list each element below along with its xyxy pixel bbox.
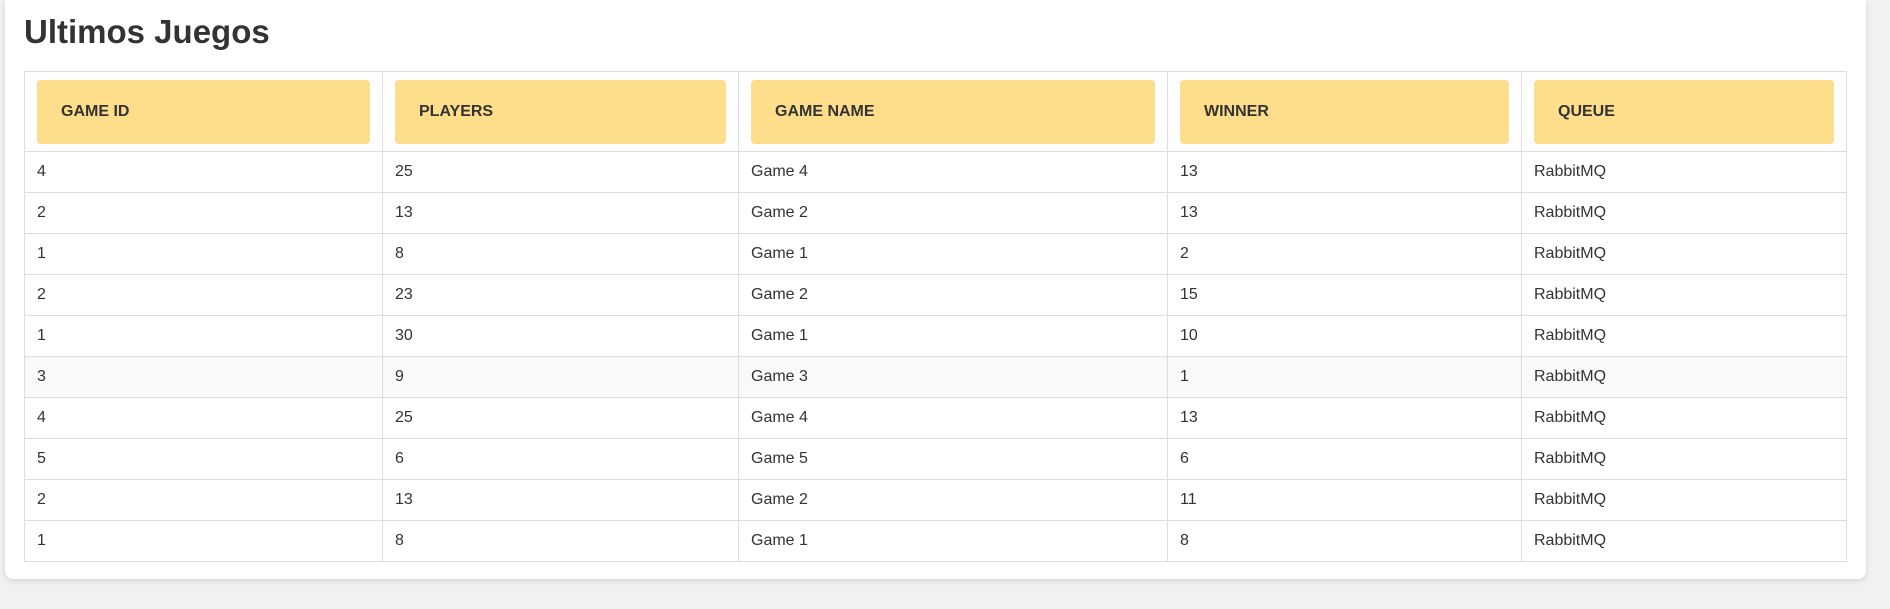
cell-winner: 2 xyxy=(1167,233,1522,275)
table-row-hovered: 3 9 Game 3 1 RabbitMQ xyxy=(24,356,1847,398)
cell-players: 6 xyxy=(382,438,739,480)
cell-queue: RabbitMQ xyxy=(1521,520,1847,562)
cell-winner: 8 xyxy=(1167,520,1522,562)
cell-game-id: 1 xyxy=(24,520,383,562)
column-header-winner[interactable]: WINNER xyxy=(1167,71,1522,152)
cell-game-id: 4 xyxy=(24,151,383,193)
cell-game-id: 2 xyxy=(24,479,383,521)
games-card: Ultimos Juegos GAME ID PLAYERS GAME NAME… xyxy=(5,0,1866,579)
cell-game-name: Game 2 xyxy=(738,479,1168,521)
cell-game-id: 1 xyxy=(24,315,383,357)
cell-queue: RabbitMQ xyxy=(1521,438,1847,480)
cell-players: 8 xyxy=(382,233,739,275)
table-row: 4 25 Game 4 13 RabbitMQ xyxy=(24,151,1847,193)
column-header-players[interactable]: PLAYERS xyxy=(382,71,739,152)
cell-players: 13 xyxy=(382,192,739,234)
cell-game-id: 2 xyxy=(24,192,383,234)
cell-game-name: Game 2 xyxy=(738,192,1168,234)
table-row: 1 8 Game 1 8 RabbitMQ xyxy=(24,520,1847,562)
column-header-label: GAME ID xyxy=(37,79,370,144)
cell-game-name: Game 1 xyxy=(738,233,1168,275)
cell-winner: 6 xyxy=(1167,438,1522,480)
table-row: 5 6 Game 5 6 RabbitMQ xyxy=(24,438,1847,480)
cell-game-name: Game 4 xyxy=(738,397,1168,439)
cell-winner: 13 xyxy=(1167,397,1522,439)
table-header-row: GAME ID PLAYERS GAME NAME WINNER QUEUE xyxy=(24,71,1847,152)
cell-queue: RabbitMQ xyxy=(1521,397,1847,439)
table-row: 2 13 Game 2 11 RabbitMQ xyxy=(24,479,1847,521)
column-header-label: GAME NAME xyxy=(751,79,1155,144)
cell-players: 13 xyxy=(382,479,739,521)
cell-game-id: 5 xyxy=(24,438,383,480)
cell-winner: 15 xyxy=(1167,274,1522,316)
cell-game-id: 4 xyxy=(24,397,383,439)
page-title: Ultimos Juegos xyxy=(24,13,270,50)
column-header-game-name[interactable]: GAME NAME xyxy=(738,71,1168,152)
cell-queue: RabbitMQ xyxy=(1521,479,1847,521)
cell-players: 25 xyxy=(382,397,739,439)
cell-winner: 13 xyxy=(1167,151,1522,193)
cell-game-name: Game 4 xyxy=(738,151,1168,193)
table-row: 1 8 Game 1 2 RabbitMQ xyxy=(24,233,1847,275)
cell-game-name: Game 1 xyxy=(738,315,1168,357)
cell-queue: RabbitMQ xyxy=(1521,356,1847,398)
column-header-queue[interactable]: QUEUE xyxy=(1521,71,1847,152)
table-row: 1 30 Game 1 10 RabbitMQ xyxy=(24,315,1847,357)
cell-game-name: Game 3 xyxy=(738,356,1168,398)
cell-players: 23 xyxy=(382,274,739,316)
table-row: 2 23 Game 2 15 RabbitMQ xyxy=(24,274,1847,316)
table-row: 4 25 Game 4 13 RabbitMQ xyxy=(24,397,1847,439)
cell-game-name: Game 5 xyxy=(738,438,1168,480)
cell-queue: RabbitMQ xyxy=(1521,274,1847,316)
column-header-label: WINNER xyxy=(1180,79,1509,144)
column-header-label: QUEUE xyxy=(1534,79,1834,144)
table-row: 2 13 Game 2 13 RabbitMQ xyxy=(24,192,1847,234)
games-table: GAME ID PLAYERS GAME NAME WINNER QUEUE 4… xyxy=(24,71,1847,562)
cell-players: 25 xyxy=(382,151,739,193)
cell-winner: 11 xyxy=(1167,479,1522,521)
column-header-game-id[interactable]: GAME ID xyxy=(24,71,383,152)
cell-game-name: Game 2 xyxy=(738,274,1168,316)
cell-game-id: 3 xyxy=(24,356,383,398)
cell-winner: 1 xyxy=(1167,356,1522,398)
cell-queue: RabbitMQ xyxy=(1521,315,1847,357)
cell-queue: RabbitMQ xyxy=(1521,192,1847,234)
column-header-label: PLAYERS xyxy=(395,79,726,144)
cell-game-name: Game 1 xyxy=(738,520,1168,562)
cell-players: 9 xyxy=(382,356,739,398)
cell-queue: RabbitMQ xyxy=(1521,233,1847,275)
cell-winner: 10 xyxy=(1167,315,1522,357)
cell-game-id: 1 xyxy=(24,233,383,275)
cell-players: 8 xyxy=(382,520,739,562)
cell-players: 30 xyxy=(382,315,739,357)
cell-winner: 13 xyxy=(1167,192,1522,234)
cell-game-id: 2 xyxy=(24,274,383,316)
cell-queue: RabbitMQ xyxy=(1521,151,1847,193)
